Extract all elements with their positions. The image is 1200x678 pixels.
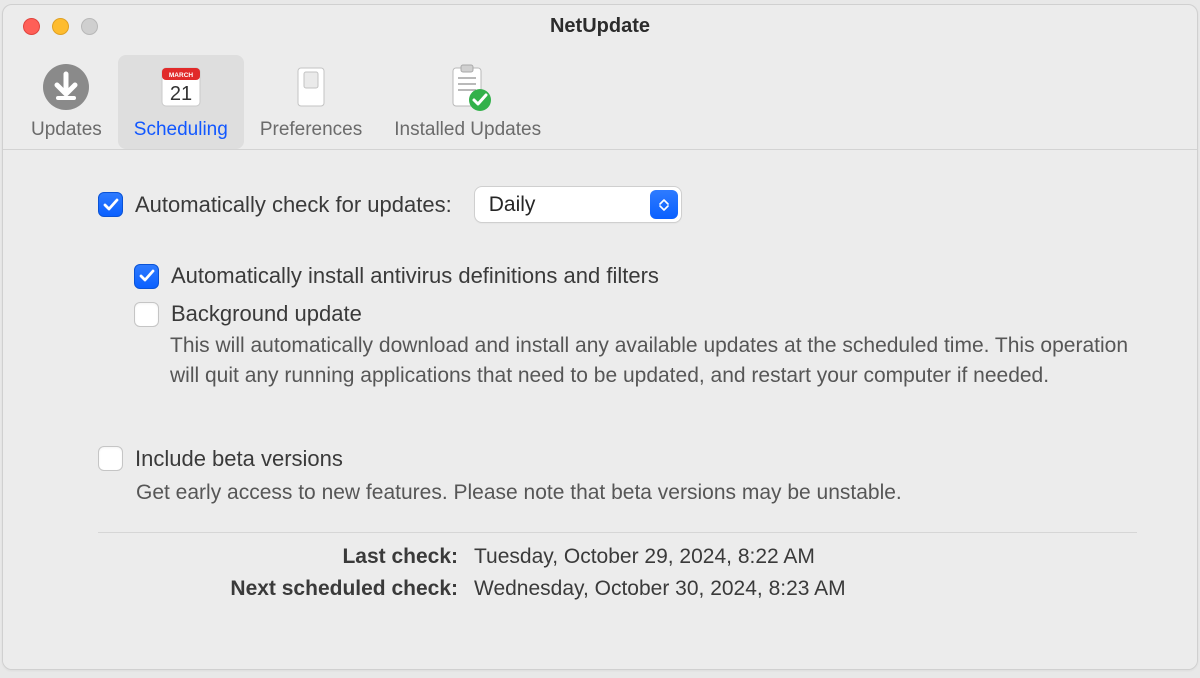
tab-scheduling-label: Scheduling [134,119,228,141]
dropdown-stepper-icon [650,190,678,219]
last-check-value: Tuesday, October 29, 2024, 8:22 AM [474,545,1137,569]
tab-updates-label: Updates [31,119,102,141]
frequency-select[interactable]: Daily [474,186,682,223]
tab-installed-updates[interactable]: Installed Updates [378,55,557,149]
tab-preferences-label: Preferences [260,119,362,141]
tab-installed-updates-label: Installed Updates [394,119,541,141]
divider [98,532,1137,533]
next-check-value: Wednesday, October 30, 2024, 8:23 AM [474,577,1137,601]
auto-check-row: Automatically check for updates: Daily [98,186,1137,223]
scheduling-panel: Automatically check for updates: Daily A… [3,150,1197,669]
window-title: NetUpdate [3,15,1197,38]
frequency-value: Daily [489,193,536,217]
background-update-row: Background update [134,301,1137,327]
clipboard-check-icon [440,59,496,115]
tab-scheduling[interactable]: MARCH 21 Scheduling [118,55,244,149]
tab-updates[interactable]: Updates [15,55,118,149]
auto-check-label: Automatically check for updates: [135,192,452,218]
download-icon [38,59,94,115]
include-beta-row: Include beta versions [98,446,1137,472]
auto-install-defs-label: Automatically install antivirus definiti… [171,263,659,289]
titlebar: NetUpdate [3,5,1197,47]
include-beta-checkbox[interactable] [98,446,123,471]
background-update-checkbox[interactable] [134,302,159,327]
background-update-desc: This will automatically download and ins… [134,331,1137,392]
preferences-window: NetUpdate Updates MARCH 21 [2,4,1198,670]
include-beta-desc: Get early access to new features. Please… [98,478,1137,508]
calendar-icon: MARCH 21 [153,59,209,115]
include-beta-label: Include beta versions [135,446,343,472]
svg-text:21: 21 [170,83,192,105]
toolbar: Updates MARCH 21 Scheduling Preferences [3,47,1197,150]
status-grid: Last check: Tuesday, October 29, 2024, 8… [98,545,1137,601]
auto-install-defs-checkbox[interactable] [134,264,159,289]
tab-preferences[interactable]: Preferences [244,55,378,149]
background-update-label: Background update [171,301,362,327]
auto-install-defs-row: Automatically install antivirus definiti… [134,263,1137,289]
switch-icon [283,59,339,115]
svg-text:MARCH: MARCH [169,72,193,79]
last-check-label: Last check: [98,545,458,569]
auto-check-checkbox[interactable] [98,192,123,217]
next-check-label: Next scheduled check: [98,577,458,601]
